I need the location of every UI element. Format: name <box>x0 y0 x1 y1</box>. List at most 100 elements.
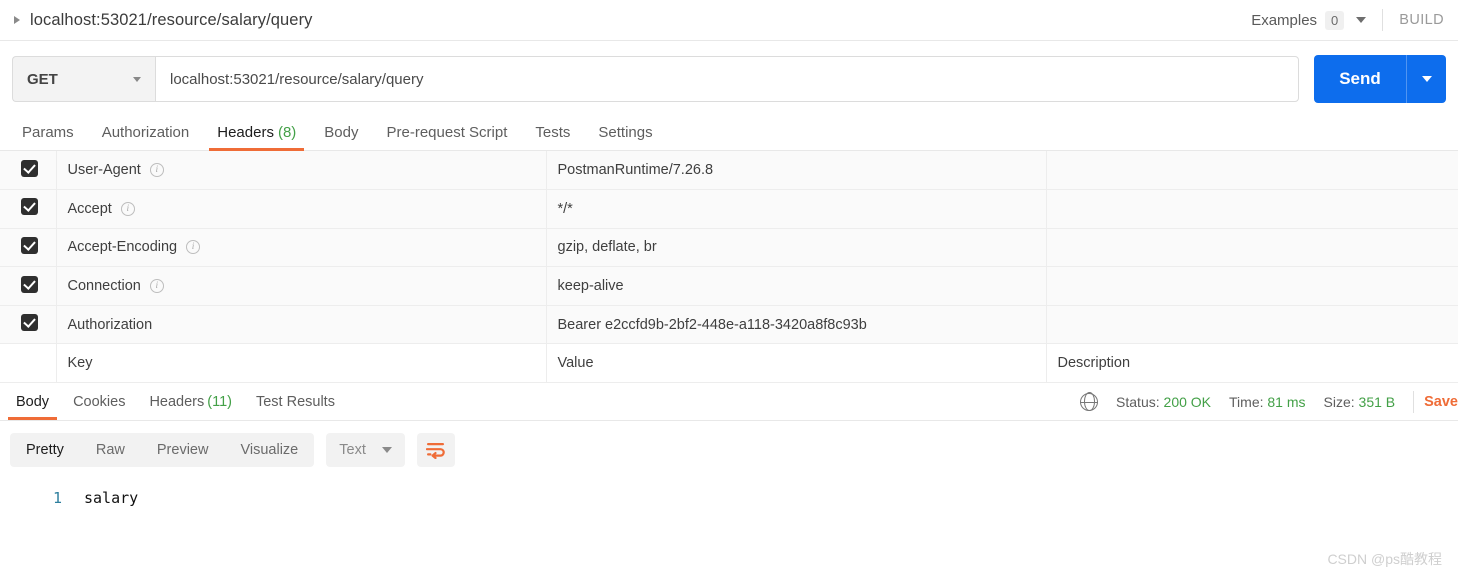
key-input[interactable]: Key <box>55 343 546 384</box>
header-description-cell[interactable] <box>1045 151 1458 191</box>
save-response-button[interactable]: Save <box>1424 394 1458 410</box>
header-key-cell[interactable]: Connection i <box>55 266 546 306</box>
header-value-cell[interactable]: PostmanRuntime/7.26.8 <box>545 151 1046 191</box>
value-input[interactable]: Value <box>545 343 1046 384</box>
header-value-cell[interactable]: gzip, deflate, br <box>545 228 1046 268</box>
top-bar-right: Examples 0 BUILD <box>1251 9 1444 31</box>
view-visualize-button[interactable]: Visualize <box>224 433 314 467</box>
tab-params[interactable]: Params <box>8 124 88 150</box>
tab-label: Tests <box>535 124 571 141</box>
size-badge: Size: 351 B <box>1324 394 1396 410</box>
checkbox-checked-icon[interactable] <box>21 159 38 177</box>
chevron-down-icon <box>133 76 141 82</box>
examples-label: Examples <box>1251 11 1318 29</box>
line-number: 1 <box>52 489 62 508</box>
page-title: localhost:53021/resource/salary/query <box>30 10 313 29</box>
table-row[interactable]: Authorization Bearer e2ccfd9b-2bf2-448e-… <box>0 305 1458 345</box>
checkbox-checked-icon[interactable] <box>21 314 38 332</box>
tab-label: Cookies <box>73 393 126 410</box>
row-checkbox-cell[interactable] <box>0 189 56 229</box>
tab-label: Headers <box>217 124 274 141</box>
header-value-cell[interactable]: */* <box>545 189 1046 229</box>
header-description-cell[interactable] <box>1045 228 1458 268</box>
row-checkbox-cell[interactable] <box>0 151 56 191</box>
tab-body[interactable]: Body <box>310 124 372 150</box>
header-key-cell[interactable]: Authorization <box>55 305 546 345</box>
tab-label: Pre-request Script <box>386 124 508 141</box>
checkbox-checked-icon[interactable] <box>21 236 38 254</box>
view-pretty-button[interactable]: Pretty <box>10 433 80 467</box>
row-checkbox-cell[interactable] <box>0 305 56 345</box>
response-tab-cookies[interactable]: Cookies <box>61 384 137 420</box>
header-description-cell[interactable] <box>1045 305 1458 345</box>
table-row[interactable]: Accept i */* <box>0 189 1458 229</box>
divider <box>1382 9 1384 31</box>
url-input[interactable] <box>155 56 1299 102</box>
info-icon[interactable]: i <box>149 279 164 294</box>
row-checkbox-cell[interactable] <box>0 343 56 384</box>
time-badge: Time: 81 ms <box>1229 394 1306 410</box>
watermark: CSDN @ps酷教程 <box>1327 551 1442 567</box>
header-key-text: Accept <box>67 200 112 217</box>
header-key-text: Connection <box>67 278 141 295</box>
row-checkbox-cell[interactable] <box>0 266 56 306</box>
checkbox-checked-icon[interactable] <box>21 275 38 293</box>
table-row[interactable]: Accept-Encoding i gzip, deflate, br <box>0 228 1458 268</box>
response-tab-headers[interactable]: Headers (11) <box>137 384 244 420</box>
tab-settings[interactable]: Settings <box>584 124 666 150</box>
send-button[interactable]: Send <box>1314 55 1406 103</box>
time-value: 81 ms <box>1267 393 1306 410</box>
response-tab-body[interactable]: Body <box>4 384 61 420</box>
tab-count: (8) <box>277 124 297 141</box>
tab-headers[interactable]: Headers (8) <box>203 124 310 151</box>
view-raw-button[interactable]: Raw <box>80 433 141 467</box>
header-key-cell[interactable]: Accept i <box>55 189 546 229</box>
status-badge: Status: 200 OK <box>1116 394 1211 410</box>
response-body-code[interactable]: 1 salary <box>0 477 1458 507</box>
build-button[interactable]: BUILD <box>1399 12 1444 28</box>
format-select[interactable]: Text <box>326 433 405 468</box>
tab-authorization[interactable]: Authorization <box>88 124 204 150</box>
checkbox-checked-icon[interactable] <box>21 198 38 216</box>
chevron-down-icon[interactable] <box>1356 17 1367 23</box>
headers-table: User-Agent i PostmanRuntime/7.26.8 Accep… <box>0 151 1458 384</box>
info-icon[interactable]: i <box>120 201 135 216</box>
row-checkbox-cell[interactable] <box>0 228 56 268</box>
wrap-lines-button[interactable] <box>416 433 455 468</box>
triangle-right-icon[interactable] <box>14 16 20 24</box>
info-icon[interactable]: i <box>186 240 201 255</box>
tab-count: (11) <box>207 393 232 410</box>
header-value-cell[interactable]: Bearer e2ccfd9b-2bf2-448e-a118-3420a8f8c… <box>545 305 1046 345</box>
header-key-text: Authorization <box>67 316 153 333</box>
globe-icon[interactable] <box>1079 392 1099 411</box>
tab-label: Settings <box>598 124 653 141</box>
wrap-lines-icon <box>425 443 445 460</box>
description-input[interactable]: Description <box>1045 343 1458 384</box>
table-row[interactable]: User-Agent i PostmanRuntime/7.26.8 <box>0 151 1458 191</box>
header-key-cell[interactable]: Accept-Encoding i <box>55 228 546 268</box>
header-value-cell[interactable]: keep-alive <box>545 266 1046 306</box>
header-description-cell[interactable] <box>1045 189 1458 229</box>
tab-label: Body <box>324 124 359 141</box>
send-options-button[interactable] <box>1406 55 1446 103</box>
format-label: Text <box>339 442 366 459</box>
top-bar: localhost:53021/resource/salary/query Ex… <box>0 0 1458 41</box>
body-toolbar: Pretty Raw Preview Visualize Text <box>0 421 1458 477</box>
table-row-empty[interactable]: Key Value Description <box>0 343 1458 384</box>
send-group: Send <box>1314 55 1446 103</box>
examples-count-badge: 0 <box>1325 10 1345 30</box>
headers-table-body: User-Agent i PostmanRuntime/7.26.8 Accep… <box>0 151 1458 384</box>
tab-tests[interactable]: Tests <box>521 124 584 150</box>
response-tab-test-results[interactable]: Test Results <box>244 384 347 420</box>
header-description-cell[interactable] <box>1045 266 1458 306</box>
info-icon[interactable]: i <box>149 163 164 178</box>
tab-pre-request-script[interactable]: Pre-request Script <box>373 124 522 150</box>
status-value: 200 OK <box>1163 393 1212 410</box>
url-bar: GET Send <box>0 41 1458 115</box>
table-row[interactable]: Connection i keep-alive <box>0 266 1458 306</box>
method-select[interactable]: GET <box>12 56 155 102</box>
chevron-down-icon <box>381 447 392 454</box>
tab-label: Headers <box>149 393 205 410</box>
header-key-cell[interactable]: User-Agent i <box>55 151 546 191</box>
view-preview-button[interactable]: Preview <box>141 433 225 467</box>
